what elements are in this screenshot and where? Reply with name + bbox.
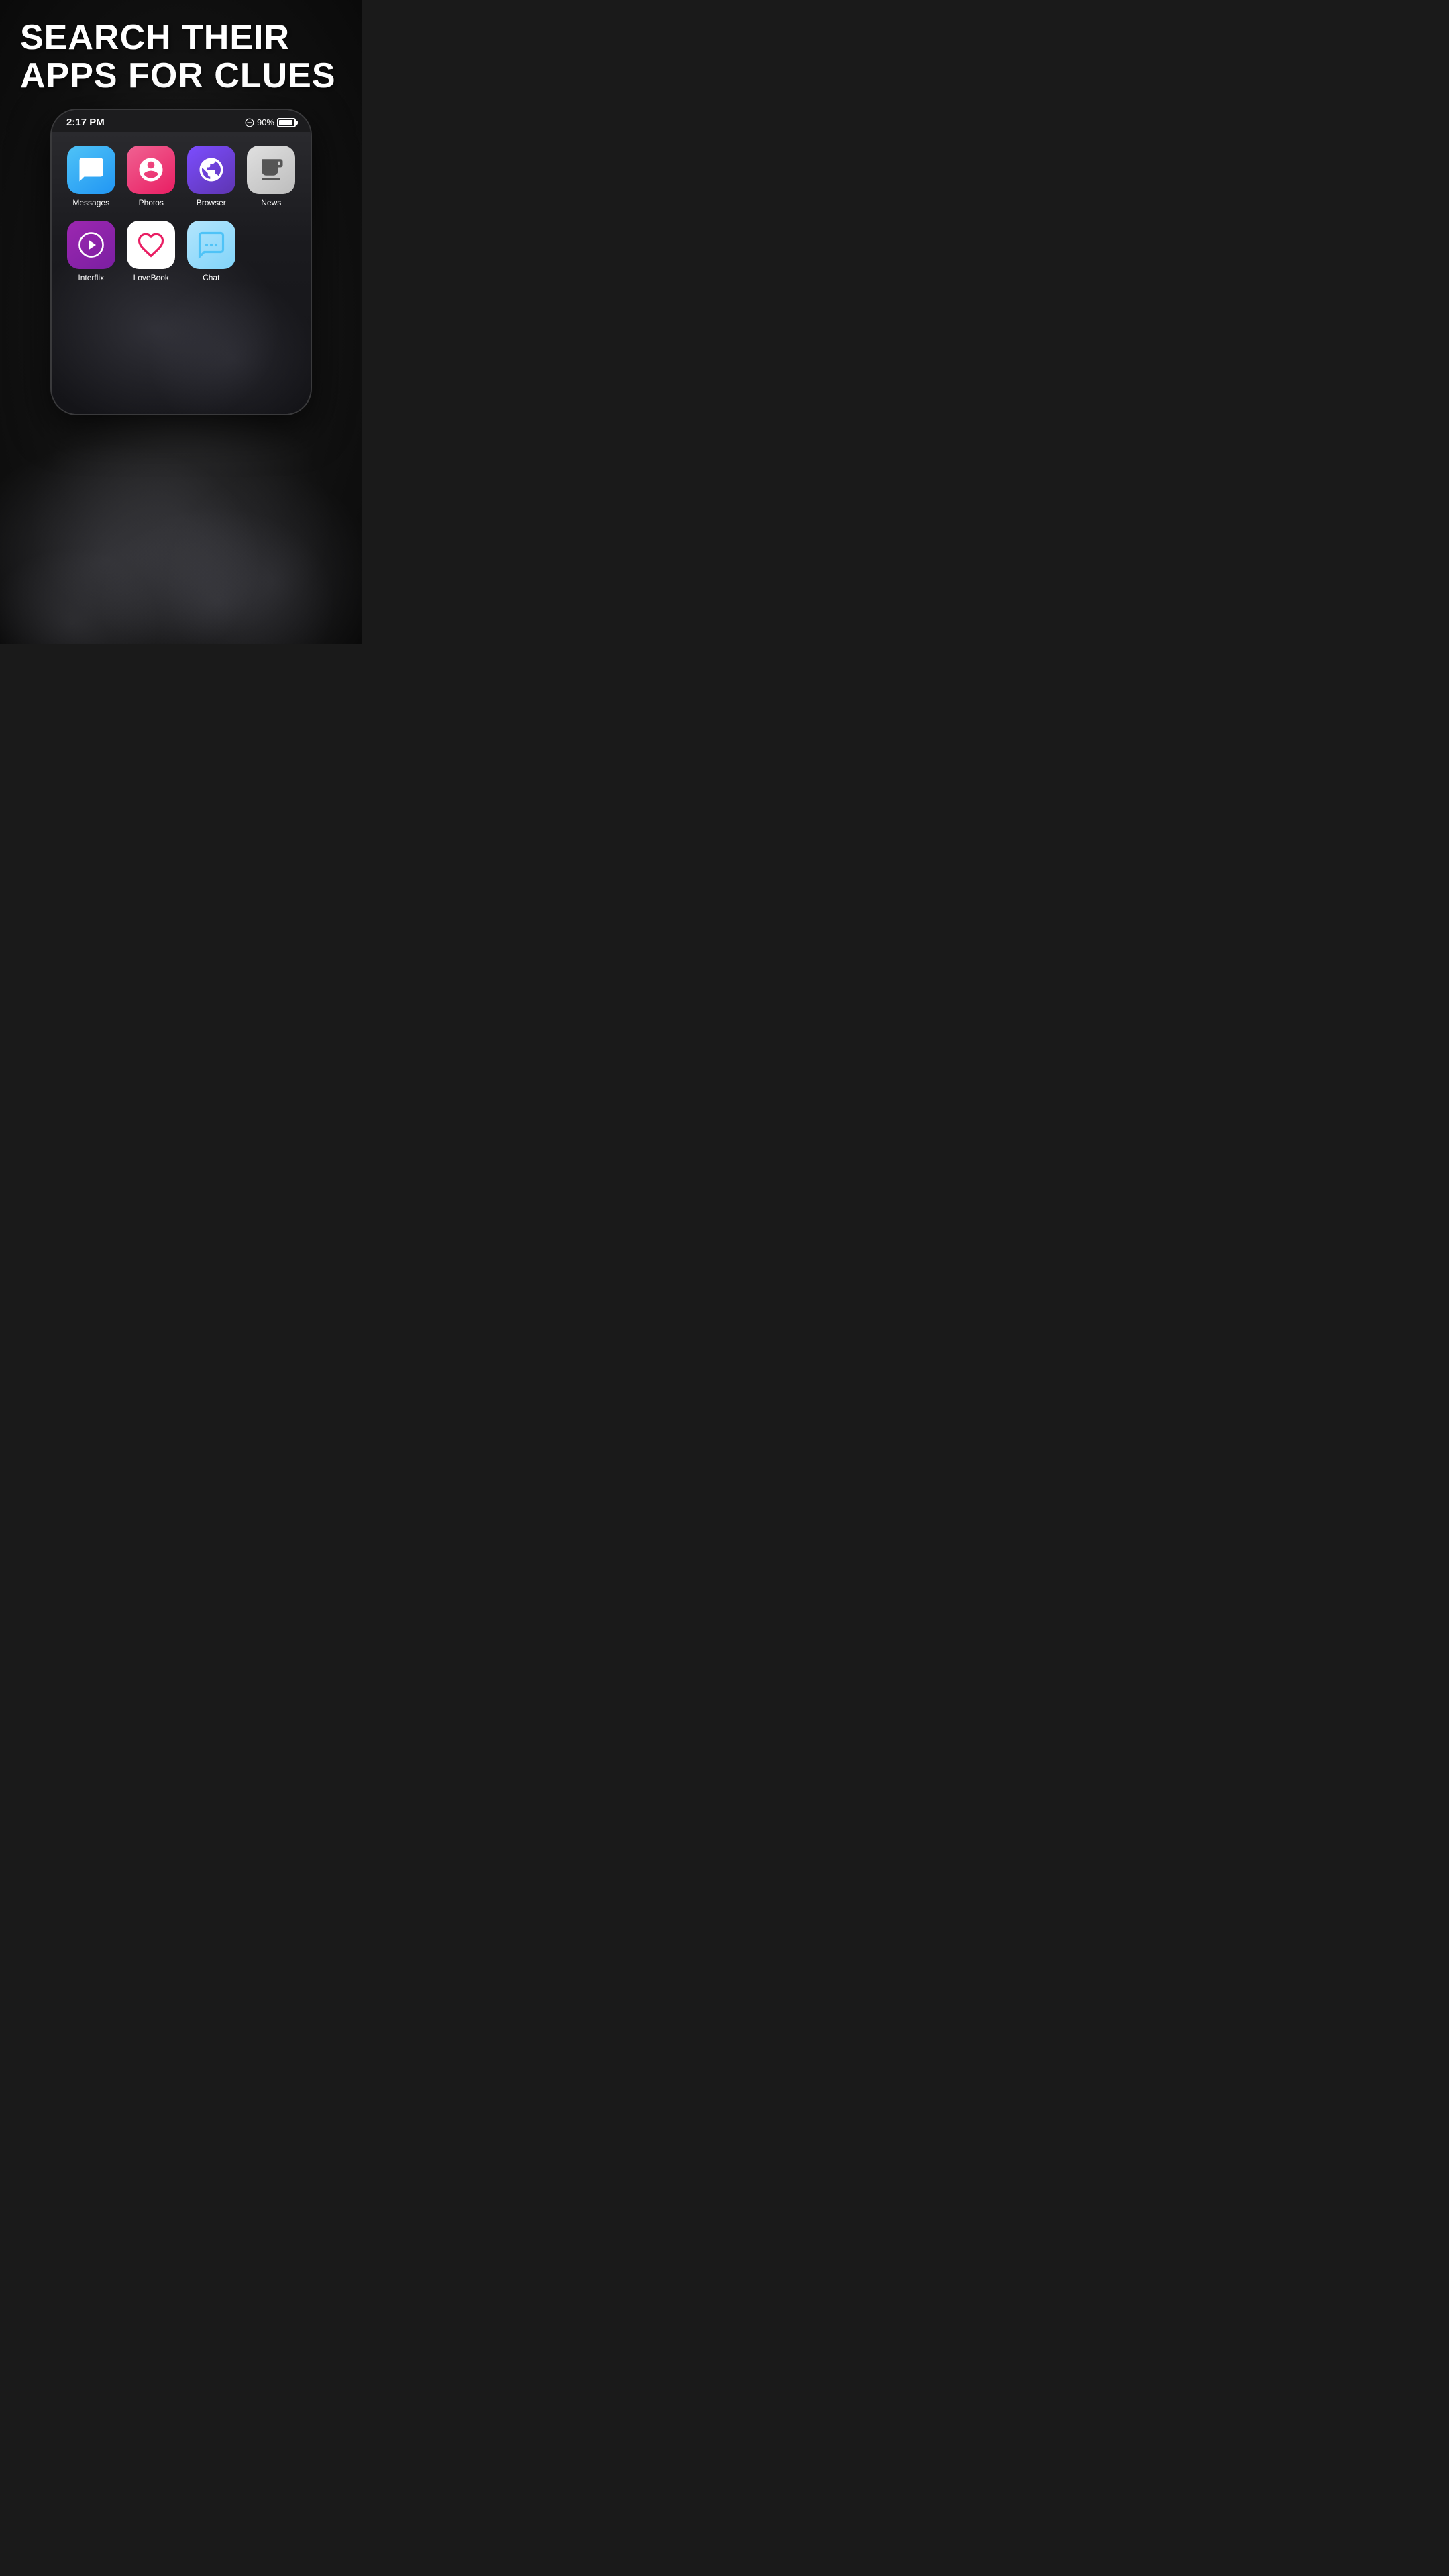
news-label: News xyxy=(261,198,281,207)
interflix-svg xyxy=(77,231,105,259)
photos-svg xyxy=(137,156,165,184)
messages-svg xyxy=(77,156,105,184)
app-item-messages[interactable]: Messages xyxy=(65,146,117,207)
app-grid-row2: Interflix LoveBook xyxy=(65,214,297,289)
app-grid-row1: Messages Photos Browser xyxy=(65,139,297,214)
status-bar: 2:17 PM 90% xyxy=(52,110,311,132)
app-item-browser[interactable]: Browser xyxy=(185,146,237,207)
app-item-lovebook[interactable]: LoveBook xyxy=(125,221,178,282)
battery-bar xyxy=(277,118,296,127)
app-item-photos[interactable]: Photos xyxy=(125,146,178,207)
browser-label: Browser xyxy=(197,198,226,207)
photos-label: Photos xyxy=(139,198,164,207)
headline-line2: APPS FOR CLUES xyxy=(20,56,336,95)
chat-icon xyxy=(187,221,235,269)
battery-fill xyxy=(279,120,292,125)
phone-frame: 2:17 PM 90% xyxy=(50,109,312,415)
battery-icon xyxy=(277,118,296,127)
news-svg xyxy=(257,156,285,184)
chat-svg xyxy=(197,231,225,259)
messages-icon xyxy=(67,146,115,194)
interflix-label: Interflix xyxy=(78,273,104,282)
lovebook-svg xyxy=(137,231,165,259)
chat-label: Chat xyxy=(203,273,219,282)
lovebook-label: LoveBook xyxy=(133,273,169,282)
lovebook-icon xyxy=(127,221,175,269)
headline: SEARCH THEIR APPS FOR CLUES xyxy=(0,0,362,109)
battery-percent: 90% xyxy=(257,117,274,127)
app-item-empty xyxy=(246,221,298,282)
app-item-interflix[interactable]: Interflix xyxy=(65,221,117,282)
status-time: 2:17 PM xyxy=(66,117,105,128)
messages-label: Messages xyxy=(72,198,109,207)
app-item-news[interactable]: News xyxy=(246,146,298,207)
do-not-disturb-icon xyxy=(245,118,254,127)
browser-icon xyxy=(187,146,235,194)
status-right: 90% xyxy=(245,117,296,127)
interflix-icon xyxy=(67,221,115,269)
headline-line1: SEARCH THEIR xyxy=(20,18,290,57)
status-icons: 90% xyxy=(245,117,296,127)
browser-svg xyxy=(197,156,225,184)
news-icon xyxy=(247,146,295,194)
phone-screen: Messages Photos Browser xyxy=(52,132,311,414)
app-item-chat[interactable]: Chat xyxy=(185,221,237,282)
photos-icon xyxy=(127,146,175,194)
